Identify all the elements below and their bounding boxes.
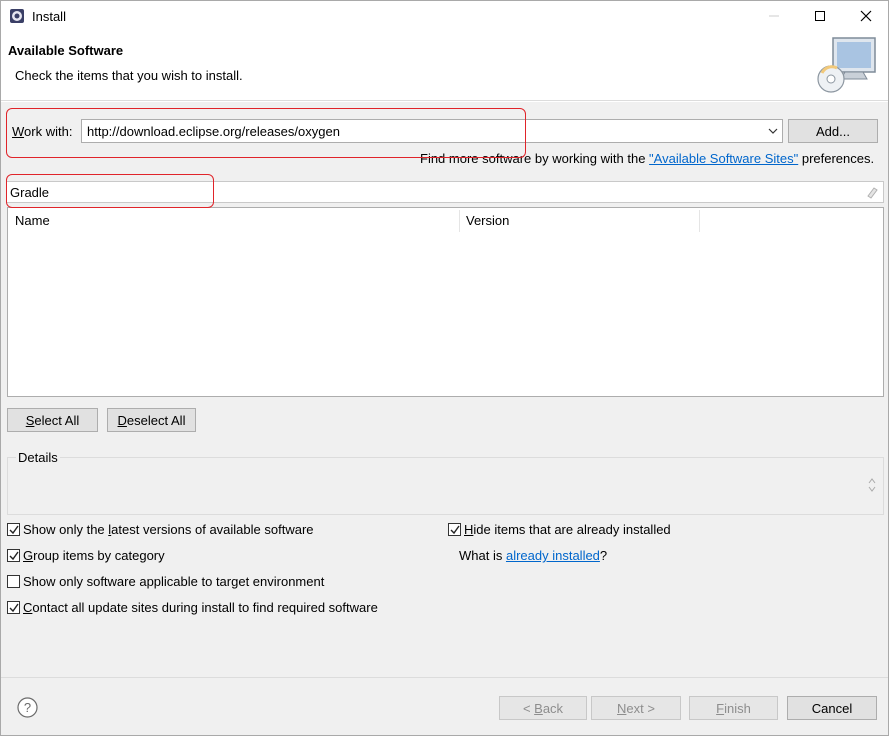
close-button[interactable] [843,1,889,31]
checkbox-unchecked[interactable] [7,575,20,588]
next-button[interactable]: Next > [591,696,681,720]
column-divider[interactable] [699,210,700,232]
title-bar: Install [1,1,888,31]
checkbox-checked[interactable] [7,601,20,614]
eclipse-app-icon [10,9,24,23]
filter-value: Gradle [10,185,50,200]
chevron-down-icon [768,128,778,134]
show-applicable-checkbox[interactable]: Show only software applicable to target … [7,574,324,589]
select-all-button[interactable]: Select All [7,408,98,432]
group-by-category-label: Group items by category [23,548,165,563]
what-is-installed-text: What is already installed? [459,548,608,563]
show-latest-checkbox[interactable]: Show only the latest versions of availab… [7,522,314,537]
wizard-content: Work with: http://download.eclipse.org/r… [1,102,888,677]
install-banner-icon [817,37,876,93]
page-title: Available Software [8,43,124,58]
work-with-value: http://download.eclipse.org/releases/oxy… [87,124,340,139]
software-table[interactable]: Name Version [7,207,884,397]
show-latest-label: Show only the latest versions of availab… [23,522,314,537]
add-site-button[interactable]: Add... [788,119,878,143]
minimize-button[interactable] [751,1,797,31]
show-applicable-label: Show only software applicable to target … [23,574,325,589]
svg-text:?: ? [24,700,31,715]
details-group: Details [7,450,884,515]
group-by-category-checkbox[interactable]: Group items by category [7,548,165,563]
available-software-sites-link[interactable]: "Available Software Sites" [649,151,798,166]
already-installed-link[interactable]: already installed [506,548,600,563]
wizard-footer: ? < Back Next > Finish Cancel [1,677,888,735]
help-icon[interactable]: ? [17,697,38,718]
checkmark-icon [9,603,19,612]
find-more-text: Find more software by working with the "… [420,151,875,166]
checkmark-icon [450,525,460,534]
checkbox-checked[interactable] [7,523,20,536]
hide-installed-checkbox[interactable]: Hide items that are already installed [448,522,671,537]
maximize-icon [815,11,825,21]
maximize-button[interactable] [797,1,843,31]
install-dialog: Install Available Software Check the ite… [0,0,889,736]
window-title: Install [32,9,66,24]
contact-sites-checkbox[interactable]: Contact all update sites during install … [7,600,378,615]
checkmark-icon [9,525,19,534]
finish-button[interactable]: Finish [689,696,778,720]
hide-installed-label: Hide items that are already installed [464,522,671,537]
details-label: Details [16,450,60,465]
checkbox-checked[interactable] [448,523,461,536]
checkmark-icon [9,551,19,560]
close-icon [860,10,872,22]
back-button[interactable]: < Back [499,696,587,720]
work-with-label: Work with: [12,124,73,139]
work-with-combo[interactable]: http://download.eclipse.org/releases/oxy… [81,119,783,143]
checkbox-checked[interactable] [7,549,20,562]
deselect-all-button[interactable]: Deselect All [107,408,196,432]
clear-filter-icon[interactable] [865,185,879,199]
cancel-button[interactable]: Cancel [787,696,877,720]
column-header-version[interactable]: Version [459,208,699,234]
filter-input[interactable]: Gradle [6,181,884,203]
contact-sites-label: Contact all update sites during install … [23,600,378,615]
minimize-icon [769,15,779,17]
column-header-name[interactable]: Name [8,208,459,234]
page-description: Check the items that you wish to install… [15,68,243,83]
wizard-header: Available Software Check the items that … [1,31,888,101]
scroll-arrows-icon[interactable] [867,475,877,495]
